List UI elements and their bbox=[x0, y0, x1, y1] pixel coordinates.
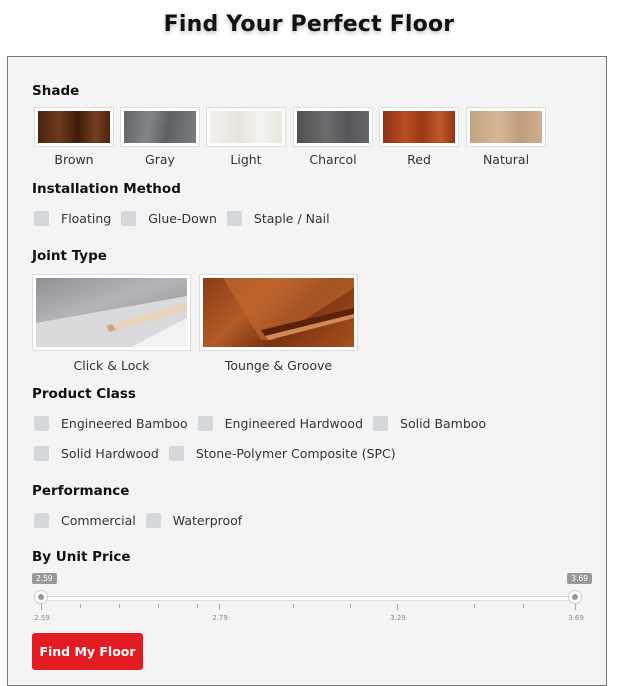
shade-label: Natural bbox=[482, 152, 530, 167]
filter-panel: Shade Brown Gray Light Charcol Red Natur… bbox=[7, 56, 607, 686]
shade-swatch bbox=[470, 111, 542, 143]
shade-swatch bbox=[383, 111, 455, 143]
option-engineered-bamboo[interactable]: Engineered Bamboo bbox=[34, 416, 188, 431]
installation-heading: Installation Method bbox=[32, 181, 181, 197]
shade-light[interactable]: Light bbox=[206, 107, 286, 167]
option-floating[interactable]: Floating bbox=[34, 211, 111, 226]
shade-natural[interactable]: Natural bbox=[466, 107, 546, 167]
slider-track[interactable] bbox=[41, 596, 577, 601]
tick bbox=[575, 604, 576, 610]
option-solid-hardwood[interactable]: Solid Hardwood bbox=[34, 446, 159, 461]
shade-label: Red bbox=[407, 152, 431, 167]
joint-label: Tounge & Groove bbox=[224, 358, 333, 373]
option-label: Staple / Nail bbox=[253, 211, 330, 226]
max-value-bubble: 3.69 bbox=[567, 573, 592, 584]
tick bbox=[158, 604, 159, 608]
tick bbox=[474, 604, 475, 608]
option-label: Engineered Bamboo bbox=[61, 416, 188, 431]
tick bbox=[119, 604, 120, 608]
page-title: Find Your Perfect Floor bbox=[163, 12, 455, 37]
checkbox[interactable] bbox=[373, 416, 389, 431]
option-glue-down[interactable]: Glue-Down bbox=[121, 211, 217, 226]
shade-swatch bbox=[297, 111, 369, 143]
tick bbox=[80, 604, 81, 608]
shade-label: Light bbox=[230, 152, 262, 167]
tick bbox=[350, 604, 351, 608]
option-label: Stone-Polymer Composite (SPC) bbox=[195, 446, 396, 461]
min-value-bubble: 2.59 bbox=[32, 573, 57, 584]
tick-label: 3.69 bbox=[568, 614, 584, 622]
tick bbox=[41, 604, 42, 610]
min-handle[interactable] bbox=[34, 590, 48, 604]
checkbox[interactable] bbox=[34, 513, 49, 528]
product-class-heading: Product Class bbox=[32, 386, 136, 402]
max-handle[interactable] bbox=[568, 590, 582, 604]
shade-swatch bbox=[124, 111, 196, 143]
tick bbox=[293, 604, 294, 608]
find-my-floor-button[interactable]: Find My Floor bbox=[32, 633, 143, 670]
option-commercial[interactable]: Commercial bbox=[34, 513, 136, 528]
installation-options: Floating Glue-Down Staple / Nail bbox=[34, 211, 340, 226]
tick bbox=[197, 604, 198, 608]
shade-label: Gray bbox=[145, 152, 175, 167]
shade-heading: Shade bbox=[32, 83, 80, 99]
option-label: Commercial bbox=[61, 513, 136, 528]
option-label: Solid Hardwood bbox=[61, 446, 159, 461]
option-engineered-hardwood[interactable]: Engineered Hardwood bbox=[197, 416, 364, 431]
performance-heading: Performance bbox=[32, 483, 130, 499]
performance-options: Commercial Waterproof bbox=[34, 513, 252, 528]
price-heading: By Unit Price bbox=[32, 549, 131, 565]
joint-label: Click & Lock bbox=[73, 358, 150, 373]
joint-click-lock[interactable]: Click & Lock bbox=[32, 274, 191, 373]
checkbox[interactable] bbox=[34, 446, 49, 461]
shade-charcol[interactable]: Charcol bbox=[293, 107, 373, 167]
tick-label: 3.29 bbox=[390, 614, 406, 622]
option-label: Glue-Down bbox=[148, 211, 217, 226]
checkbox[interactable] bbox=[34, 211, 49, 226]
shade-swatch bbox=[210, 111, 282, 143]
joint-heading: Joint Type bbox=[32, 248, 107, 264]
checkbox[interactable] bbox=[121, 211, 137, 226]
shade-gray[interactable]: Gray bbox=[120, 107, 200, 167]
shade-label: Brown bbox=[54, 152, 94, 167]
option-label: Engineered Hardwood bbox=[224, 416, 364, 431]
option-label: Solid Bamboo bbox=[400, 416, 487, 431]
checkbox[interactable] bbox=[145, 513, 161, 528]
price-range-slider[interactable]: 2.59 3.69 2.59 2.79 3.29 3.69 bbox=[32, 573, 592, 623]
option-label: Waterproof bbox=[172, 513, 243, 528]
checkbox[interactable] bbox=[168, 446, 184, 461]
option-solid-bamboo[interactable]: Solid Bamboo bbox=[373, 416, 486, 431]
product-class-row-2: Solid Hardwood Stone-Polymer Composite (… bbox=[34, 446, 406, 461]
shade-label: Charcol bbox=[309, 152, 357, 167]
shade-swatch bbox=[38, 111, 110, 143]
checkbox[interactable] bbox=[34, 416, 49, 431]
joint-tongue-groove[interactable]: Tounge & Groove bbox=[199, 274, 358, 373]
tick-label: 2.59 bbox=[34, 614, 50, 622]
tick bbox=[219, 604, 220, 610]
click-lock-image bbox=[36, 278, 187, 347]
option-waterproof[interactable]: Waterproof bbox=[145, 513, 243, 528]
tongue-groove-image bbox=[203, 278, 354, 347]
product-class-row-1: Engineered Bamboo Engineered Hardwood So… bbox=[34, 416, 496, 431]
tick bbox=[397, 604, 398, 610]
shade-red[interactable]: Red bbox=[379, 107, 459, 167]
shade-brown[interactable]: Brown bbox=[34, 107, 114, 167]
checkbox[interactable] bbox=[197, 416, 213, 431]
tick-label: 2.79 bbox=[212, 614, 228, 622]
option-spc[interactable]: Stone-Polymer Composite (SPC) bbox=[168, 446, 396, 461]
option-staple-nail[interactable]: Staple / Nail bbox=[226, 211, 330, 226]
option-label: Floating bbox=[61, 211, 112, 226]
tick bbox=[523, 604, 524, 608]
checkbox[interactable] bbox=[226, 211, 242, 226]
